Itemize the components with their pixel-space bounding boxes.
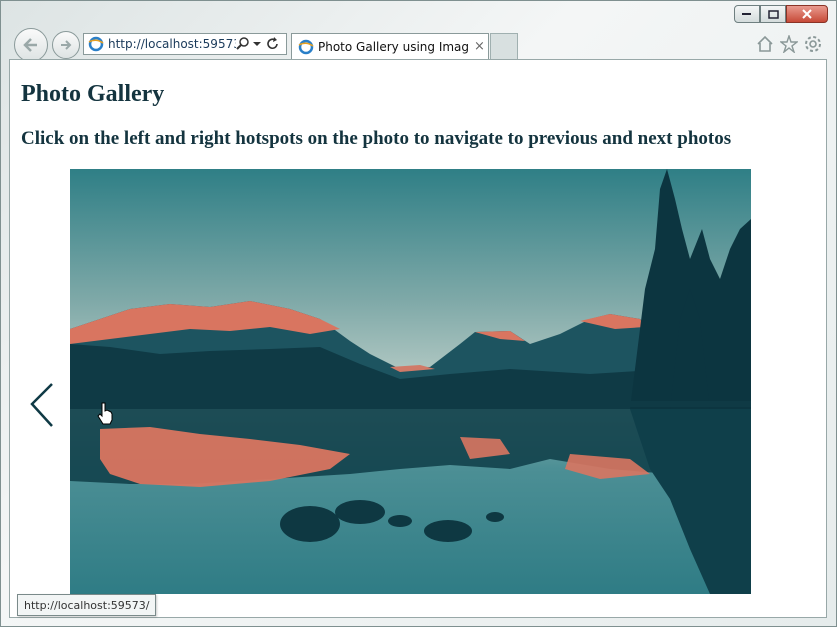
- dropdown-icon[interactable]: [252, 39, 262, 49]
- tab-title: Photo Gallery using Image...: [318, 39, 468, 54]
- title-bar: http://localhost:59573/I Photo Gallery u…: [1, 1, 836, 62]
- browser-window: http://localhost:59573/I Photo Gallery u…: [0, 0, 837, 627]
- new-tab-button[interactable]: [490, 33, 518, 59]
- search-icon[interactable]: [236, 37, 250, 51]
- vertical-scrollbar[interactable]: [818, 200, 826, 600]
- back-icon: [23, 38, 37, 52]
- status-bar-url: http://localhost:59573/: [17, 594, 157, 616]
- cursor-hand-icon: [97, 402, 113, 425]
- favorites-icon[interactable]: [780, 35, 798, 53]
- ie-logo-icon: [298, 39, 314, 54]
- forward-icon: [61, 40, 72, 50]
- minimize-button[interactable]: [734, 5, 760, 23]
- address-bar[interactable]: http://localhost:59573/I: [83, 33, 287, 55]
- minimize-icon: [742, 13, 751, 15]
- settings-icon[interactable]: [804, 35, 822, 53]
- chevron-left-icon: [30, 383, 53, 427]
- tab-close-button[interactable]: ×: [474, 39, 485, 54]
- page-title: Photo Gallery: [21, 81, 165, 107]
- close-window-button[interactable]: [786, 5, 828, 23]
- close-icon: [802, 9, 812, 19]
- gallery-photo[interactable]: [70, 169, 751, 594]
- page-viewport: Photo Gallery Click on the left and righ…: [9, 59, 827, 618]
- tab-photo-gallery[interactable]: Photo Gallery using Image... ×: [291, 33, 489, 59]
- refresh-icon[interactable]: [266, 37, 280, 51]
- ie-logo-icon: [88, 36, 104, 52]
- forward-button[interactable]: [52, 31, 80, 59]
- back-button[interactable]: [14, 28, 48, 62]
- toolbar-icons: [756, 35, 822, 53]
- previous-photo-hotspot[interactable]: [28, 380, 58, 430]
- landscape-photo: [70, 169, 751, 594]
- maximize-icon: [767, 9, 779, 19]
- address-url[interactable]: http://localhost:59573/I: [108, 37, 236, 51]
- maximize-button[interactable]: [760, 5, 786, 23]
- window-controls: [734, 5, 828, 23]
- home-icon[interactable]: [756, 35, 774, 53]
- page-instructions: Click on the left and right hotspots on …: [21, 128, 732, 149]
